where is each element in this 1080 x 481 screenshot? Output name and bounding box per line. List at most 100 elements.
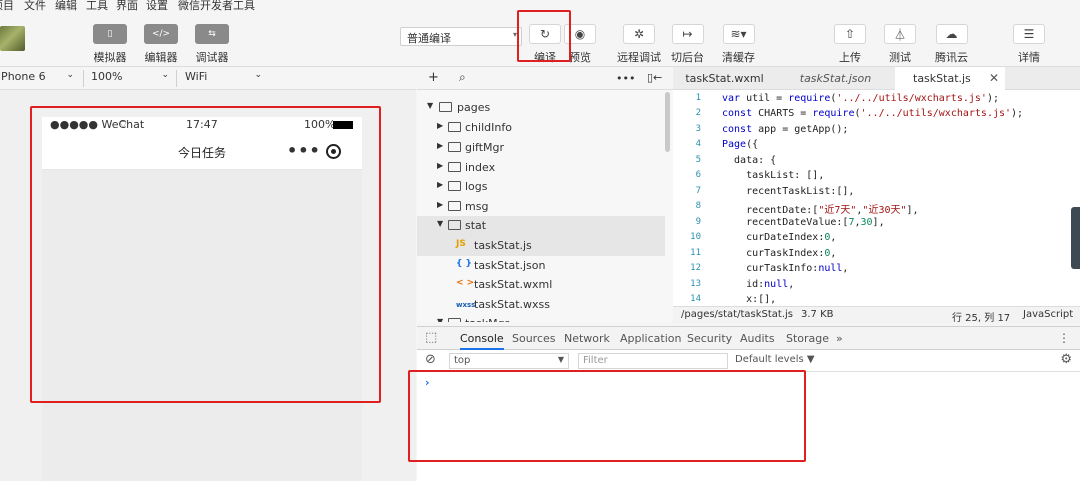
tab-taskstat-wxml[interactable]: taskStat.wxml — [673, 67, 776, 90]
compile-mode-select[interactable]: 普通编译 ▾ — [400, 27, 522, 46]
caret-right-icon: ▶ — [437, 161, 444, 170]
menu-item-interface[interactable]: 界面 — [116, 0, 138, 12]
caret-right-icon: ▶ — [437, 200, 444, 209]
simulator-button[interactable]: ▯ 模拟器 — [93, 24, 127, 65]
menu-item-edit[interactable]: 编辑 — [55, 0, 77, 12]
side-widget-handle[interactable] — [1071, 207, 1080, 269]
log-levels-select[interactable]: Default levels ▼ — [735, 354, 815, 365]
tree-item-taskstat-js[interactable]: JS taskStat.js — [417, 236, 665, 256]
tree-item-childinfo[interactable]: ▶ childInfo — [417, 118, 665, 138]
network-select[interactable]: WiFi ⌄ — [185, 70, 262, 87]
inspect-icon[interactable]: ⬚ — [425, 330, 437, 345]
background-button[interactable]: ↦ 切后台 — [671, 24, 704, 65]
details-button[interactable]: ☰ 详情 — [1013, 24, 1045, 65]
caret-down-icon: ▼ — [427, 101, 434, 110]
switch-background-icon: ↦ — [671, 24, 704, 44]
more-icon[interactable]: ••• — [616, 72, 635, 85]
code-line: taskList: [], — [722, 170, 825, 181]
tree-item-taskmgr[interactable]: ▼ taskMgr — [417, 314, 665, 322]
add-icon[interactable]: + — [428, 70, 439, 85]
editor-button[interactable]: </> 编辑器 — [144, 24, 178, 65]
clear-cache-button[interactable]: ≋▾ 清缓存 — [722, 24, 755, 65]
device-select[interactable]: iPhone 6 ⌄ — [0, 70, 74, 87]
collapse-icon[interactable]: ▯← — [647, 71, 662, 84]
tree-item-taskstat-json[interactable]: { } taskStat.json — [417, 256, 665, 276]
upload-icon: ⇧ — [834, 24, 866, 44]
code-line: Page({ — [722, 139, 759, 150]
gear-icon[interactable]: ⚙ — [1060, 352, 1072, 367]
tab-sources[interactable]: Sources — [512, 332, 556, 345]
wxss-file-icon: wxss — [456, 301, 476, 309]
more-tabs-icon[interactable]: » — [836, 332, 843, 345]
tree-item-index[interactable]: ▶ index — [417, 158, 665, 178]
code-line: var util = require('../../utils/wxcharts… — [722, 93, 999, 104]
chevron-down-icon: ⌄ — [254, 70, 262, 80]
code-line: id:null, — [722, 279, 795, 290]
context-select[interactable]: top ▼ — [449, 353, 569, 369]
tree-item-logs[interactable]: ▶ logs — [417, 177, 665, 197]
tree-item-taskstat-wxml[interactable]: < > taskStat.wxml — [417, 275, 665, 295]
file-path: /pages/stat/taskStat.js — [681, 309, 794, 320]
code-line: x:[], — [722, 294, 777, 305]
menu-item-project[interactable]: 项目 — [0, 0, 14, 12]
menu-lines-icon: ☰ — [1013, 24, 1045, 44]
tree-item-msg[interactable]: ▶ msg — [417, 197, 665, 217]
tab-taskstat-json[interactable]: taskStat.json — [778, 67, 893, 90]
file-tree-toolbar: + ⌕ ••• ▯← — [417, 67, 673, 90]
menu-item-tools[interactable]: 工具 — [86, 0, 108, 12]
test-button[interactable]: ⏃ 测试 — [884, 24, 916, 65]
tree-item-giftmgr[interactable]: ▶ giftMgr — [417, 138, 665, 158]
tree-item-taskstat-wxss[interactable]: wxss taskStat.wxss — [417, 295, 665, 315]
tab-storage[interactable]: Storage — [786, 332, 829, 345]
search-icon[interactable]: ⌕ — [459, 70, 466, 85]
zoom-select[interactable]: 100% ⌄ — [91, 70, 169, 87]
json-file-icon: { } — [456, 259, 472, 269]
filter-input[interactable]: Filter — [578, 353, 728, 369]
code-editor[interactable]: 1 2 3 4 5 6 7 8 9 10 11 12 13 14 var uti… — [673, 90, 1080, 306]
code-line: curDateIndex:0, — [722, 232, 837, 243]
code-line: data: { — [722, 155, 777, 166]
code-line: recentDate:["近7天","近30天"], — [722, 205, 919, 216]
clear-console-icon[interactable]: ⊘ — [425, 352, 436, 367]
caret-right-icon: ▶ — [437, 141, 444, 150]
remote-debug-button[interactable]: ✲ 远程调试 — [617, 24, 661, 65]
folder-icon — [448, 201, 461, 211]
tab-network[interactable]: Network — [564, 332, 610, 345]
avatar[interactable] — [0, 26, 25, 51]
caret-down-icon: ▼ — [437, 219, 444, 228]
file-size: 3.7 KB — [801, 309, 834, 320]
close-icon[interactable]: ✕ — [989, 71, 999, 85]
file-tree-scrollbar[interactable] — [665, 92, 670, 152]
debugger-button[interactable]: ⇆ 调试器 — [195, 24, 229, 65]
tab-console[interactable]: Console — [460, 332, 504, 350]
vertical-more-icon[interactable]: ⋮ — [1058, 331, 1070, 345]
tencent-cloud-button[interactable]: ☁ 腾讯云 — [935, 24, 968, 65]
menu-item-file[interactable]: 文件 — [24, 0, 46, 12]
code-line: recentDateValue:[7,30], — [722, 217, 885, 228]
menu-item-wechat-devtools[interactable]: 微信开发者工具 — [178, 0, 255, 12]
language-mode[interactable]: JavaScript — [1023, 309, 1073, 320]
tree-item-pages[interactable]: ▼ pages — [417, 98, 665, 118]
console-filter-bar: ⊘ top ▼ Filter Default levels ▼ ⚙ — [417, 350, 1080, 372]
annotation-compile-highlight — [517, 10, 571, 62]
tab-taskstat-js[interactable]: taskStat.js ✕ — [895, 67, 1005, 90]
tab-audits[interactable]: Audits — [740, 332, 775, 345]
tree-item-stat[interactable]: ▼ stat — [417, 216, 665, 236]
cloud-icon: ☁ — [935, 24, 968, 44]
tab-security[interactable]: Security — [687, 332, 732, 345]
folder-open-icon — [448, 220, 461, 230]
upload-button[interactable]: ⇧ 上传 — [834, 24, 866, 65]
tab-application[interactable]: Application — [620, 332, 681, 345]
caret-right-icon: ▶ — [437, 180, 444, 189]
folder-icon — [448, 122, 461, 132]
editor-tabs: taskStat.wxml taskStat.json taskStat.js … — [673, 67, 1080, 90]
caret-right-icon: ▶ — [437, 121, 444, 130]
device-bar: iPhone 6 ⌄ 100% ⌄ WiFi ⌄ — [0, 67, 416, 90]
menu-item-settings[interactable]: 设置 — [146, 0, 168, 12]
annotation-console-highlight — [408, 370, 806, 462]
divider — [83, 70, 84, 87]
folder-icon — [448, 142, 461, 152]
divider — [176, 70, 177, 87]
debug-icon: ⇆ — [195, 24, 229, 44]
cursor-position[interactable]: 行 25, 列 17 — [952, 309, 1010, 324]
